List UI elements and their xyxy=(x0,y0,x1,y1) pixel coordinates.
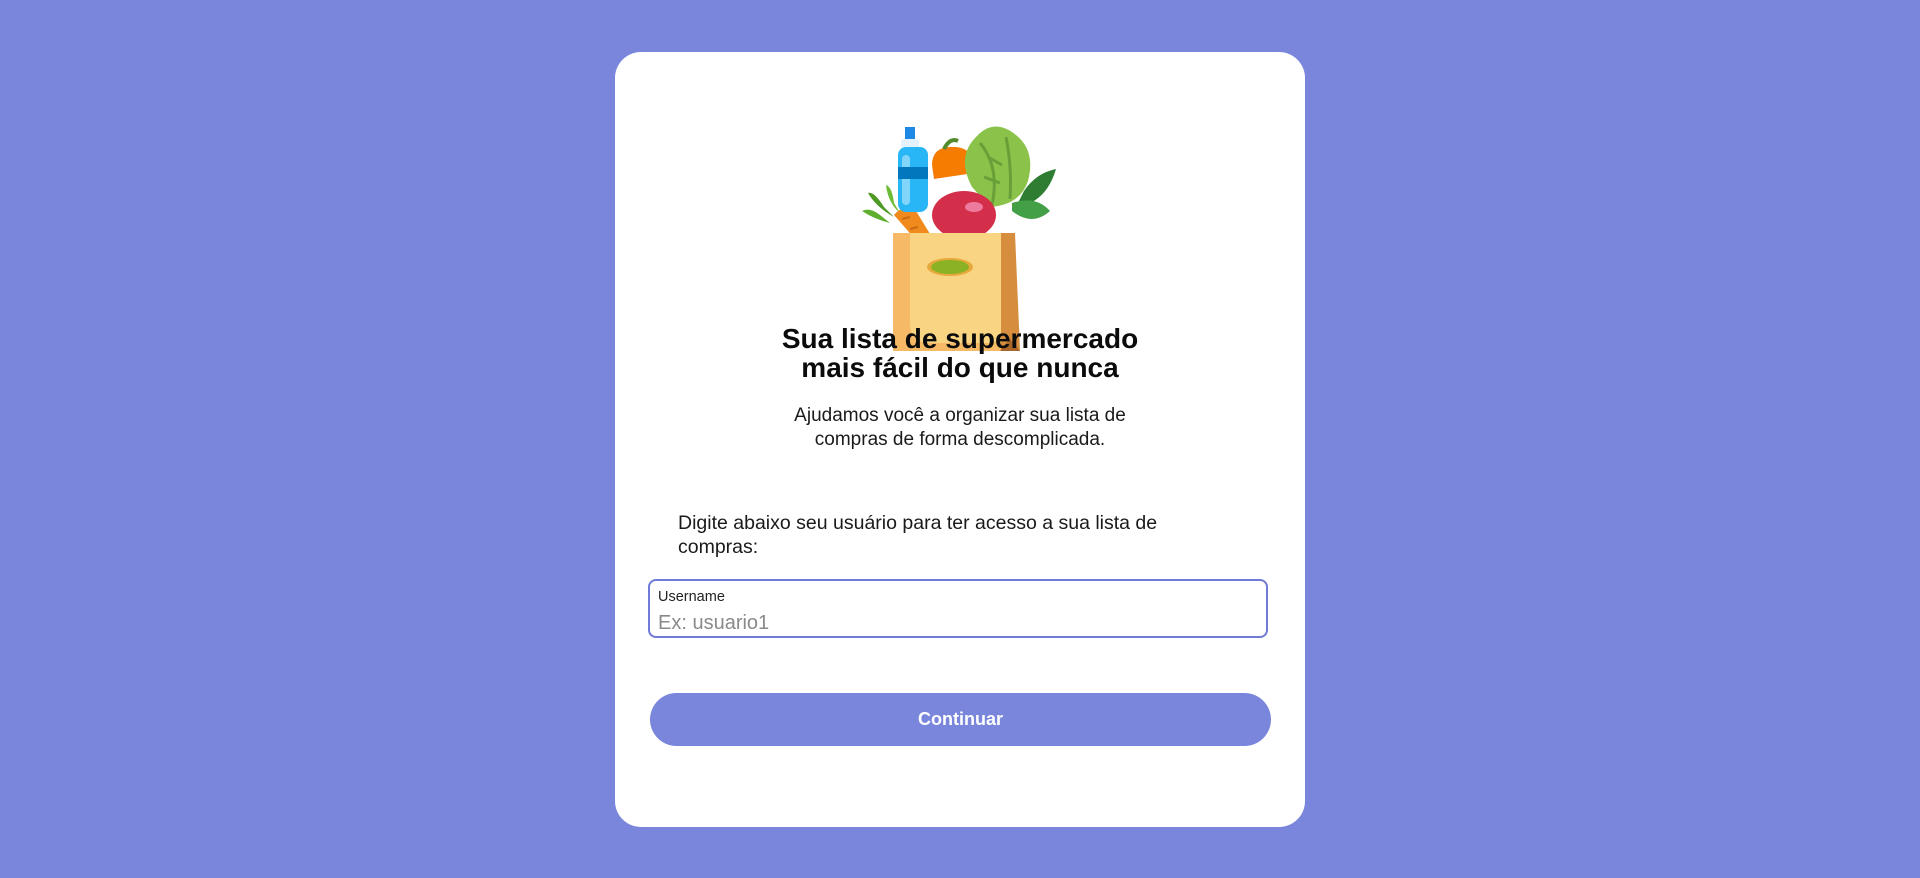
login-instruction: Digite abaixo seu usuário para ter acess… xyxy=(678,512,1158,558)
username-field[interactable]: Username xyxy=(648,579,1268,638)
username-input[interactable] xyxy=(658,611,1258,635)
username-label: Username xyxy=(658,589,725,605)
grocery-bag-icon xyxy=(862,126,1056,351)
page-subtitle: Ajudamos você a organizar sua lista de c… xyxy=(615,404,1305,452)
continue-button[interactable]: Continuar xyxy=(650,693,1271,746)
title-line-2: mais fácil do que nunca xyxy=(801,352,1119,383)
subtitle-line-1: Ajudamos você a organizar sua lista de xyxy=(794,405,1126,426)
page-title: Sua lista de supermercado mais fácil do … xyxy=(615,324,1305,382)
title-line-1: Sua lista de supermercado xyxy=(781,323,1139,354)
subtitle-line-2: compras de forma descomplicada. xyxy=(814,429,1106,450)
login-card: Sua lista de supermercado mais fácil do … xyxy=(615,52,1305,827)
